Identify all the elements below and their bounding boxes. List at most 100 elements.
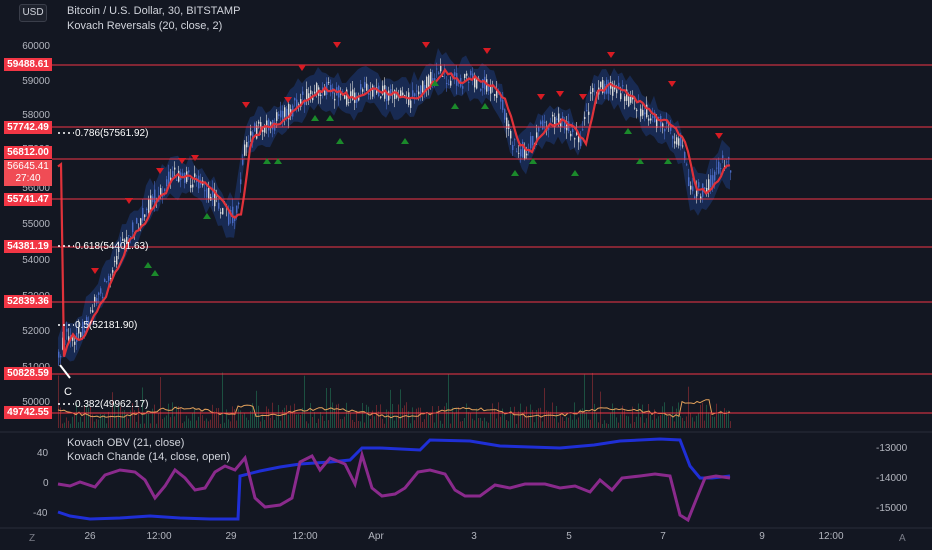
candle-body xyxy=(256,125,258,139)
candle-body xyxy=(502,99,504,110)
reversal-down-icon xyxy=(242,102,250,108)
volume-bar xyxy=(496,418,497,428)
volume-bar xyxy=(338,403,339,428)
volume-bar xyxy=(514,406,515,428)
candle-body xyxy=(102,296,104,298)
volume-bar xyxy=(564,421,565,428)
volume-bar xyxy=(624,409,625,428)
candle-body xyxy=(218,202,220,209)
sr-level-label[interactable]: 59488.61 xyxy=(4,58,52,71)
volume-bar xyxy=(464,418,465,428)
volume-bar xyxy=(168,403,169,428)
volume-bar xyxy=(648,404,649,428)
candle-body xyxy=(146,208,148,211)
sr-level-label[interactable]: 55741.47 xyxy=(4,193,52,206)
volume-bar xyxy=(206,418,207,428)
volume-bar xyxy=(466,403,467,428)
volume-bar xyxy=(510,407,511,428)
volume-bar xyxy=(692,417,693,428)
volume-bar xyxy=(390,389,391,428)
volume-bar xyxy=(298,414,299,428)
candle-body xyxy=(250,131,252,136)
volume-bar xyxy=(422,422,423,428)
candle-body xyxy=(570,133,572,137)
timezone-button[interactable]: Z xyxy=(29,533,35,544)
volume-bar xyxy=(156,423,157,428)
candle-body xyxy=(362,89,364,92)
candle-body xyxy=(556,118,558,120)
candle-body xyxy=(348,102,350,103)
volume-bar xyxy=(438,406,439,428)
volume-bar xyxy=(348,412,349,428)
volume-bar xyxy=(574,402,575,428)
volume-bar xyxy=(480,417,481,428)
volume-bar xyxy=(364,422,365,428)
reversal-down-icon xyxy=(125,198,133,204)
volume-bar xyxy=(396,416,397,428)
sr-level-label[interactable]: 52839.36 xyxy=(4,295,52,308)
candle-body xyxy=(104,279,106,282)
volume-bar xyxy=(148,413,149,428)
volume-bar xyxy=(158,412,159,428)
volume-bar xyxy=(708,412,709,428)
currency-button[interactable]: USD xyxy=(19,4,47,22)
volume-bar xyxy=(222,372,223,428)
volume-bar xyxy=(642,404,643,428)
sr-level-label[interactable]: 56812.00 xyxy=(4,146,52,159)
candle-body xyxy=(720,168,722,169)
candle-body xyxy=(174,167,176,170)
candle-body xyxy=(334,98,336,101)
candle-body xyxy=(514,139,516,141)
candle-body xyxy=(132,222,134,233)
volume-bar xyxy=(682,417,683,428)
volume-bar xyxy=(646,418,647,428)
reversal-down-icon xyxy=(668,81,676,87)
candle-body xyxy=(672,135,674,139)
candle-body xyxy=(92,310,94,313)
candle-body xyxy=(130,236,132,237)
candle-body xyxy=(512,145,514,151)
volume-bar xyxy=(606,423,607,428)
volume-bar xyxy=(710,411,711,428)
volume-bar xyxy=(190,420,191,428)
volume-bar xyxy=(680,416,681,428)
candle-body xyxy=(100,288,102,294)
volume-bar xyxy=(128,418,129,428)
oscillator-right-tick: -13000 xyxy=(876,443,908,454)
volume-bar xyxy=(328,420,329,428)
volume-bar xyxy=(570,414,571,428)
volume-bar xyxy=(504,412,505,428)
volume-bar xyxy=(246,417,247,428)
volume-bar xyxy=(394,420,395,428)
candle-body xyxy=(682,145,684,147)
price-chart[interactable] xyxy=(0,0,932,550)
sr-level-label[interactable]: 54381.19 xyxy=(4,240,52,253)
candle-body xyxy=(470,70,472,76)
sr-level-label[interactable]: 49742.55 xyxy=(4,406,52,419)
volume-bar xyxy=(264,419,265,428)
candle-body xyxy=(420,85,422,94)
volume-bar xyxy=(620,414,621,428)
candle-body xyxy=(90,310,92,312)
auto-scale-button[interactable]: A xyxy=(899,533,906,544)
volume-bar xyxy=(68,420,69,428)
sr-level-label[interactable]: 57742.49 xyxy=(4,121,52,134)
volume-bar xyxy=(402,408,403,428)
volume-bar xyxy=(198,416,199,428)
volume-bar xyxy=(548,411,549,428)
volume-bar xyxy=(522,413,523,428)
volume-bar xyxy=(236,420,237,428)
symbol-title: Bitcoin / U.S. Dollar, 30, BITSTAMP xyxy=(67,5,241,17)
reversal-down-icon xyxy=(556,91,564,97)
volume-bar xyxy=(354,422,355,428)
volume-bar xyxy=(270,417,271,428)
volume-bar xyxy=(634,422,635,428)
volume-bar xyxy=(494,408,495,428)
current-price-label: 56645.41 27:40 xyxy=(4,160,52,186)
volume-bar xyxy=(188,418,189,428)
volume-bar xyxy=(64,422,65,428)
volume-bar xyxy=(490,412,491,428)
candle-body xyxy=(438,72,440,75)
sr-level-label[interactable]: 50828.59 xyxy=(4,367,52,380)
volume-bar xyxy=(400,389,401,428)
